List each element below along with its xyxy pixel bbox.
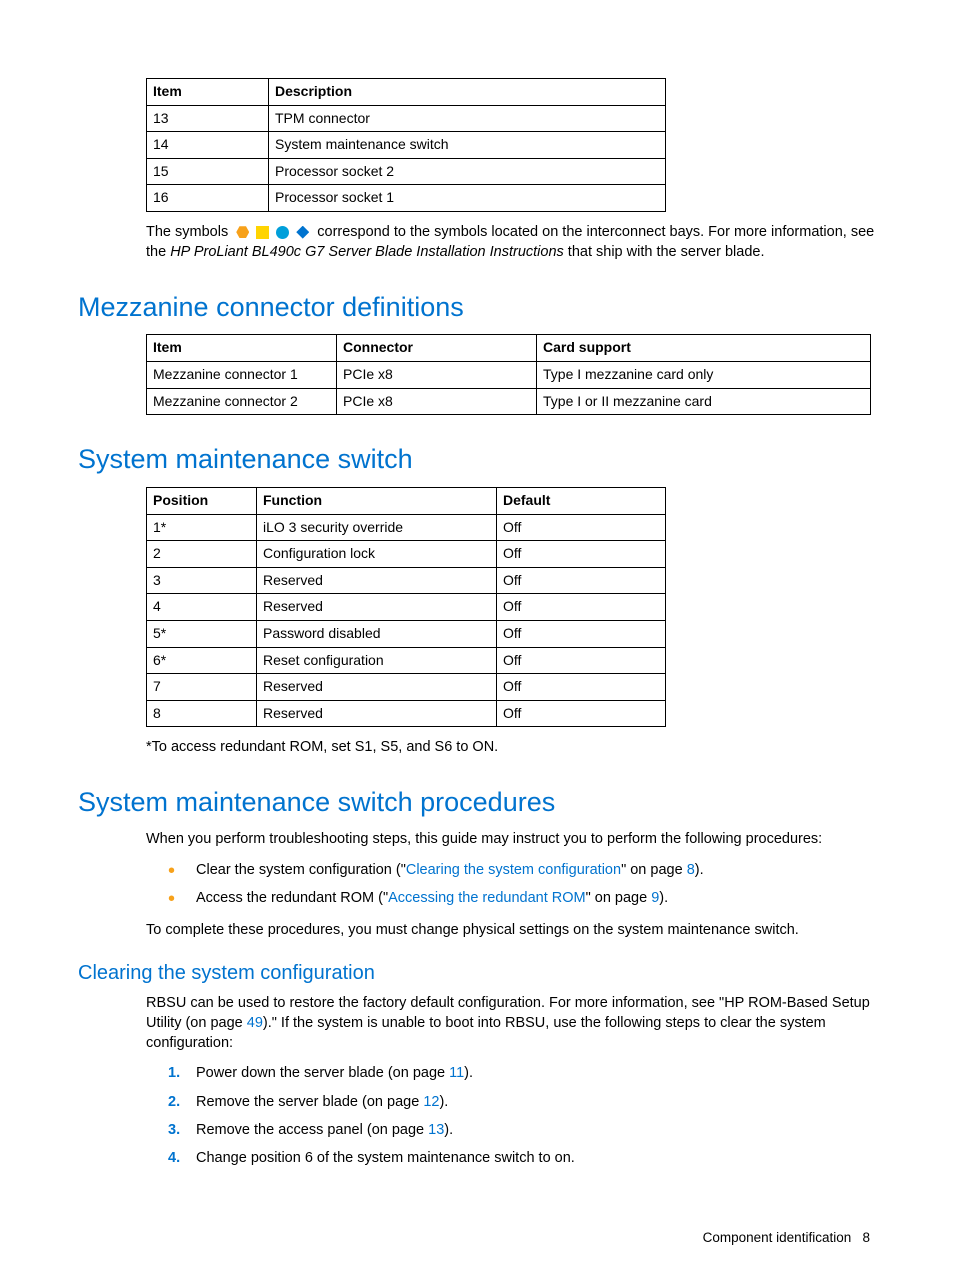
diamond-icon	[296, 226, 309, 239]
list-item: Access the redundant ROM ("Accessing the…	[168, 888, 876, 908]
heading-procedures: System maintenance switch procedures	[78, 784, 876, 822]
col-desc: Description	[269, 79, 666, 106]
interconnect-symbols	[236, 226, 309, 239]
square-icon	[256, 226, 269, 239]
hexagon-icon	[236, 226, 249, 239]
table-row: 15Processor socket 2	[147, 158, 666, 185]
page-footer: Component identification 8	[78, 1229, 876, 1248]
heading-sms: System maintenance switch	[78, 441, 876, 479]
table-row: 6*Reset configurationOff	[147, 647, 666, 674]
table-row: 7ReservedOff	[147, 674, 666, 701]
page-link[interactable]: 12	[423, 1094, 439, 1110]
table-row: 16Processor socket 1	[147, 185, 666, 212]
page-link[interactable]: 11	[449, 1065, 464, 1081]
sms-footnote: *To access redundant ROM, set S1, S5, an…	[146, 737, 876, 757]
list-item: Clear the system configuration ("Clearin…	[168, 860, 876, 880]
xref-link[interactable]: Clearing the system configuration	[406, 862, 621, 878]
table-row: 3ReservedOff	[147, 567, 666, 594]
sms-table: Position Function Default 1*iLO 3 securi…	[146, 487, 666, 727]
table-row: 14System maintenance switch	[147, 132, 666, 159]
table-row: 1*iLO 3 security overrideOff	[147, 514, 666, 541]
symbols-note: The symbols correspond to the symbols lo…	[146, 222, 876, 263]
step-item: Power down the server blade (on page 11)…	[168, 1063, 876, 1083]
clear-paragraph: RBSU can be used to restore the factory …	[146, 993, 876, 1054]
heading-mezzanine: Mezzanine connector definitions	[78, 289, 876, 327]
step-item: Remove the server blade (on page 12).	[168, 1092, 876, 1112]
page-link[interactable]: 13	[428, 1122, 444, 1138]
xref-link[interactable]: Accessing the redundant ROM	[388, 890, 585, 906]
mezzanine-table: Item Connector Card support Mezzanine co…	[146, 334, 871, 415]
page-link[interactable]: 9	[651, 890, 659, 906]
step-item: Change position 6 of the system maintena…	[168, 1148, 876, 1168]
step-item: Remove the access panel (on page 13).	[168, 1120, 876, 1140]
table-row: 2Configuration lockOff	[147, 541, 666, 568]
col-item: Item	[147, 79, 269, 106]
clear-steps: Power down the server blade (on page 11)…	[168, 1063, 876, 1168]
table-row: 13TPM connector	[147, 105, 666, 132]
table-row: 8ReservedOff	[147, 700, 666, 727]
heading-clearing: Clearing the system configuration	[78, 959, 876, 987]
table-row: Mezzanine connector 1PCIe x8Type I mezza…	[147, 361, 871, 388]
table-row: 5*Password disabledOff	[147, 620, 666, 647]
item-description-table: Item Description 13TPM connector14System…	[146, 78, 666, 212]
page-link[interactable]: 8	[687, 862, 695, 878]
page-link[interactable]: 49	[247, 1015, 263, 1031]
table-row: Mezzanine connector 2PCIe x8Type I or II…	[147, 388, 871, 415]
proc-outro: To complete these procedures, you must c…	[146, 920, 876, 940]
procedure-bullets: Clear the system configuration ("Clearin…	[168, 860, 876, 909]
circle-icon	[276, 226, 289, 239]
proc-intro: When you perform troubleshooting steps, …	[146, 829, 876, 849]
table-row: 4ReservedOff	[147, 594, 666, 621]
